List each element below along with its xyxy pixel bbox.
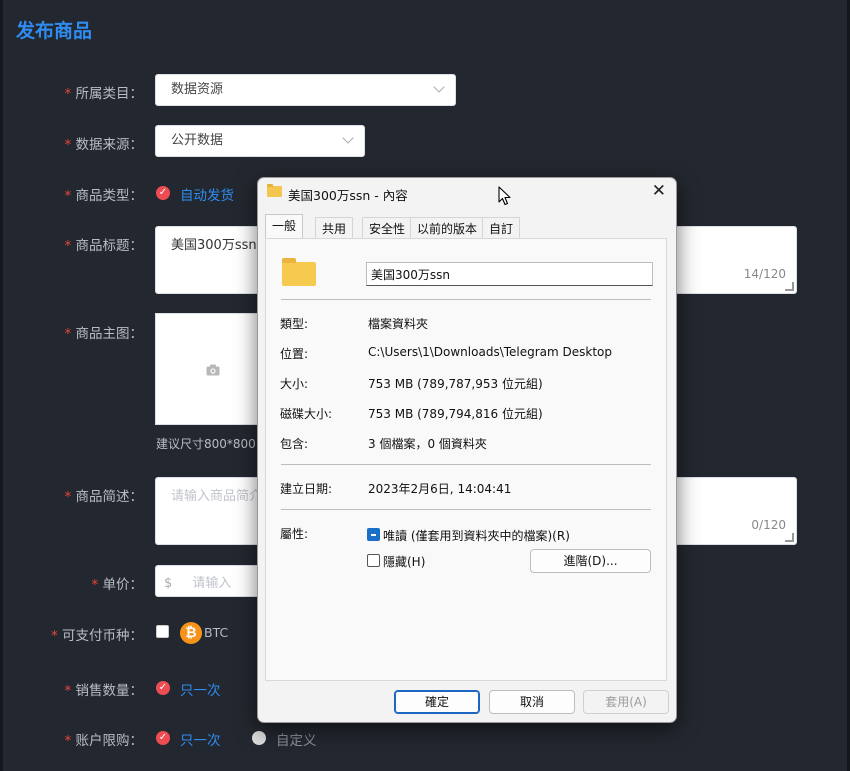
prop-key-created: 建立日期: <box>280 482 333 496</box>
app-window: 发布商品 * 所属类目： 数据资源 * 数据来源： 公开数据 * 商品类型： ✓… <box>0 0 850 771</box>
apply-button[interactable]: 套用(A) <box>583 690 669 714</box>
divider <box>281 509 651 510</box>
account-limit-radio-custom[interactable] <box>252 731 266 745</box>
camera-icon <box>206 364 220 376</box>
prop-key-size-on-disk: 磁碟大小: <box>280 407 333 421</box>
chevron-down-icon <box>433 81 445 93</box>
description-counter: 0/120 <box>751 518 786 532</box>
sale-qty-label: * 销售数量： <box>64 683 143 699</box>
ok-button[interactable]: 確定 <box>394 690 480 714</box>
source-label: * 数据来源： <box>64 137 143 153</box>
tab-general[interactable]: 一般 <box>265 214 304 239</box>
hidden-label: 隱藏(H) <box>383 555 426 569</box>
btc-label: BTC <box>204 625 229 640</box>
prop-value-size: 753 MB (789,787,953 位元組) <box>368 377 543 391</box>
description-label: * 商品简述： <box>64 489 143 505</box>
type-option-label: 自动发货 <box>180 188 234 204</box>
page-title: 发布商品 <box>16 20 93 42</box>
prop-key-location: 位置: <box>280 347 309 361</box>
prop-value-contains: 3 個檔案，0 個資料夾 <box>368 437 487 451</box>
prop-key-size: 大小: <box>280 377 309 391</box>
mouse-cursor-icon <box>498 186 511 206</box>
bitcoin-icon: ₿ <box>180 622 202 644</box>
description-placeholder: 请输入商品简介 <box>171 489 263 504</box>
account-limit-option2-label: 自定义 <box>276 733 317 749</box>
resize-handle-icon[interactable] <box>785 533 794 542</box>
readonly-checkbox[interactable] <box>367 528 380 541</box>
prop-key-contains: 包含: <box>280 437 309 451</box>
resize-handle-icon[interactable] <box>785 282 794 291</box>
btc-checkbox[interactable] <box>156 625 169 638</box>
sale-qty-radio-once[interactable]: ✓ <box>156 681 170 695</box>
tab-customize[interactable]: 自訂 <box>482 217 521 238</box>
main-image-label: * 商品主图： <box>64 326 143 342</box>
title-textarea-value: 美国300万ssn <box>171 238 257 253</box>
type-radio-auto[interactable]: ✓ <box>156 186 170 200</box>
price-label: * 单价： <box>91 577 143 593</box>
sale-qty-option-label: 只一次 <box>180 683 221 699</box>
divider <box>281 464 651 465</box>
account-limit-option1-label: 只一次 <box>180 733 221 749</box>
tab-sharing[interactable]: 共用 <box>315 217 354 238</box>
prop-value-type: 檔案資料夾 <box>368 317 429 331</box>
title-label: * 商品标题： <box>64 238 143 254</box>
source-select-value: 公开数据 <box>171 133 224 148</box>
price-placeholder: 请输入 <box>192 576 232 591</box>
currency-symbol: $ <box>164 576 173 591</box>
dialog-title: 美国300万ssn - 內容 <box>288 188 408 203</box>
account-limit-label: * 账户限购： <box>64 733 143 749</box>
prop-key-attributes: 屬性: <box>280 527 309 541</box>
prop-key-type: 類型: <box>280 317 309 331</box>
account-limit-radio-once[interactable]: ✓ <box>156 731 170 745</box>
chevron-down-icon <box>342 132 354 144</box>
readonly-label: 唯讀 (僅套用到資料夾中的檔案)(R) <box>383 529 570 543</box>
folder-name-input[interactable]: 美国300万ssn <box>366 262 653 286</box>
prop-value-location: C:\Users\1\Downloads\Telegram Desktop <box>368 345 613 359</box>
folder-icon <box>267 184 282 197</box>
hidden-checkbox[interactable] <box>367 554 380 567</box>
tab-security[interactable]: 安全性 <box>362 217 413 238</box>
image-upload-box[interactable] <box>155 313 267 425</box>
close-icon[interactable]: ✕ <box>652 181 666 201</box>
cancel-button[interactable]: 取消 <box>489 690 575 714</box>
tab-previous-versions[interactable]: 以前的版本 <box>410 217 485 238</box>
category-label: * 所属类目： <box>64 86 143 102</box>
advanced-button[interactable]: 進階(D)... <box>530 549 651 573</box>
type-label: * 商品类型： <box>64 188 143 204</box>
source-select[interactable]: 公开数据 <box>155 125 365 157</box>
general-panel <box>265 238 667 681</box>
image-size-hint: 建议尺寸800*800， <box>156 437 268 451</box>
title-counter: 14/120 <box>743 267 786 281</box>
folder-large-icon <box>282 258 316 286</box>
prop-value-size-on-disk: 753 MB (789,794,816 位元組) <box>368 407 543 421</box>
coins-label: * 可支付币种： <box>50 628 143 644</box>
category-select-value: 数据资源 <box>171 82 224 97</box>
properties-dialog: 美国300万ssn - 內容 ✕ 一般 共用 安全性 以前的版本 自訂 美国30… <box>257 177 677 723</box>
prop-value-created: 2023年2月6日, 14:04:41 <box>368 482 512 496</box>
divider <box>281 299 651 300</box>
category-select[interactable]: 数据资源 <box>155 74 456 106</box>
